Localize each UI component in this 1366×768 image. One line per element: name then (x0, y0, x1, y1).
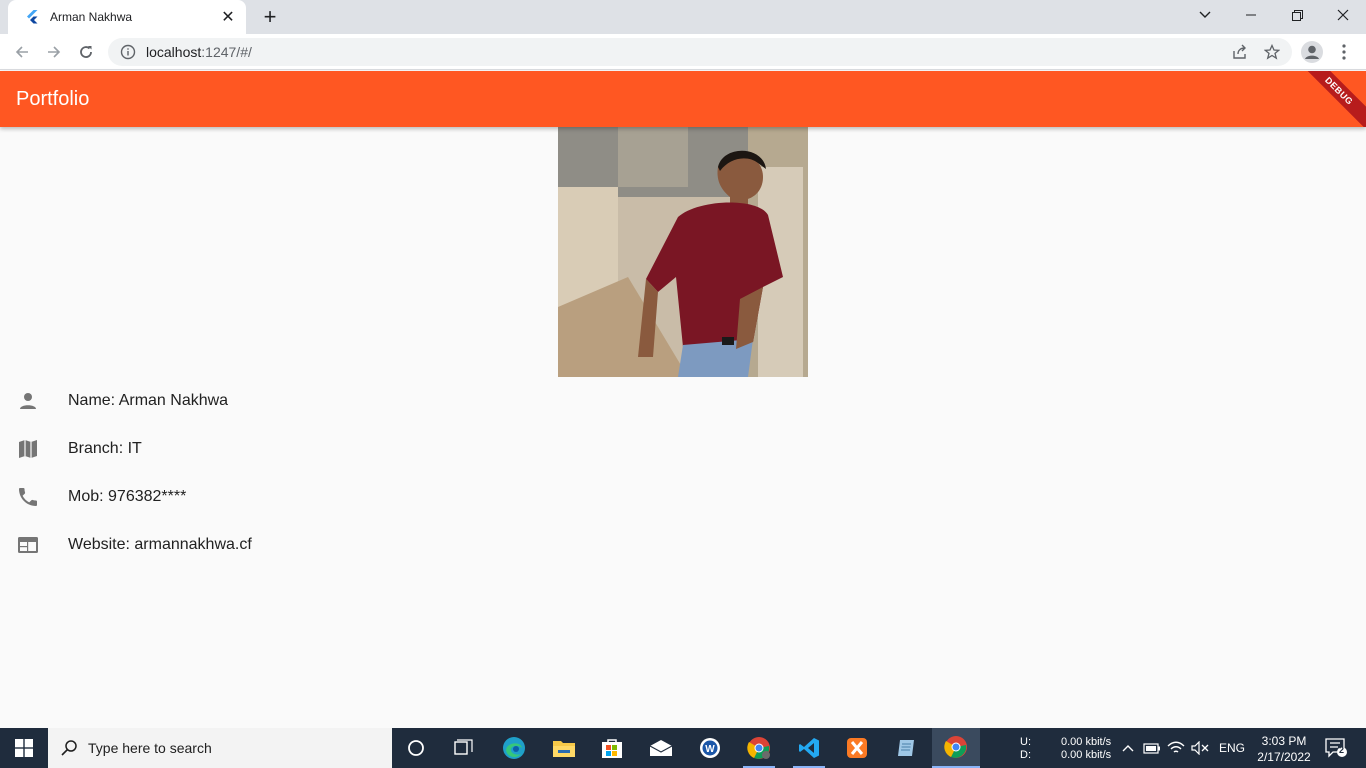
profile-avatar-icon[interactable] (1298, 38, 1326, 66)
net-download-value: 0.00 kbit/s (1061, 749, 1112, 761)
browser-toolbar: localhost:1247/#/ (0, 34, 1366, 70)
notepad-icon[interactable] (882, 728, 930, 768)
wordweb-icon[interactable]: W (686, 728, 734, 768)
browser-tab-strip: Arman Nakhwa ✕ + (0, 0, 1366, 34)
share-icon[interactable] (1226, 38, 1254, 66)
chrome-profile-icon[interactable] (735, 728, 783, 768)
net-upload-label: U: (1020, 736, 1031, 748)
vscode-icon[interactable] (785, 728, 833, 768)
taskbar-search-input[interactable]: Type here to search (48, 728, 392, 768)
volume-muted-icon[interactable] (1190, 738, 1210, 758)
windows-start-icon[interactable] (0, 728, 48, 768)
branch-text: Branch: IT (68, 440, 142, 457)
reload-icon[interactable] (72, 38, 100, 66)
profile-photo (558, 127, 808, 377)
task-view-icon[interactable] (440, 728, 488, 768)
xampp-icon[interactable] (833, 728, 881, 768)
list-item-branch: Branch: IT (0, 425, 1366, 473)
phone-text: Mob: 976382**** (68, 488, 187, 505)
page-title: Portfolio (16, 87, 90, 110)
close-tab-icon[interactable]: ✕ (220, 9, 236, 26)
mail-icon[interactable] (637, 728, 685, 768)
wifi-icon[interactable] (1166, 738, 1186, 758)
web-icon (16, 533, 40, 557)
close-window-icon[interactable] (1320, 0, 1366, 30)
chrome-icon[interactable] (932, 728, 980, 768)
edge-icon[interactable] (490, 728, 538, 768)
profile-info-list: Name: Arman Nakhwa Branch: IT Mob: 97638… (0, 377, 1366, 569)
map-icon (16, 437, 40, 461)
bookmark-star-icon[interactable] (1258, 38, 1286, 66)
notifications-icon[interactable]: 2 (1322, 738, 1350, 758)
name-text: Name: Arman Nakhwa (68, 392, 229, 409)
app-bar: Portfolio DEBUG (0, 71, 1366, 127)
notification-count-badge: 2 (1338, 745, 1344, 755)
address-bar[interactable]: localhost:1247/#/ (108, 38, 1292, 66)
phone-icon (16, 485, 40, 509)
cortana-icon[interactable] (392, 728, 440, 768)
new-tab-icon[interactable]: + (258, 4, 282, 29)
windows-taskbar: Type here to search W U: D: 0.00 kbit/s … (0, 728, 1366, 768)
file-explorer-icon[interactable] (540, 728, 588, 768)
tab-title: Arman Nakhwa (50, 10, 133, 24)
restore-icon[interactable] (1274, 0, 1320, 30)
battery-icon[interactable] (1142, 738, 1162, 758)
svg-text:W: W (705, 744, 715, 755)
clock-time[interactable]: 3:03 PM (1256, 734, 1312, 748)
net-upload-value: 0.00 kbit/s (1061, 736, 1112, 748)
minimize-icon[interactable] (1228, 0, 1274, 30)
website-text: Website: armannakhwa.cf (68, 536, 252, 553)
show-hidden-icons-icon[interactable] (1118, 738, 1138, 758)
info-icon[interactable] (120, 44, 136, 60)
language-indicator[interactable]: ENG (1219, 742, 1245, 755)
url-text: localhost:1247/#/ (146, 44, 252, 60)
list-item-phone: Mob: 976382**** (0, 473, 1366, 521)
forward-icon[interactable] (40, 38, 68, 66)
browser-tab[interactable]: Arman Nakhwa ✕ (8, 0, 246, 34)
net-download-label: D: (1020, 749, 1031, 761)
debug-banner: DEBUG (1294, 71, 1366, 127)
clock-date[interactable]: 2/17/2022 (1254, 750, 1314, 764)
search-placeholder: Type here to search (88, 740, 212, 756)
person-icon (16, 389, 40, 413)
back-icon[interactable] (8, 38, 36, 66)
list-item-name: Name: Arman Nakhwa (0, 377, 1366, 425)
browser-menu-icon[interactable] (1330, 38, 1358, 66)
flutter-icon (27, 10, 38, 24)
microsoft-store-icon[interactable] (588, 728, 636, 768)
list-item-website: Website: armannakhwa.cf (0, 521, 1366, 569)
search-icon (61, 740, 77, 756)
tab-search-icon[interactable] (1182, 0, 1228, 30)
